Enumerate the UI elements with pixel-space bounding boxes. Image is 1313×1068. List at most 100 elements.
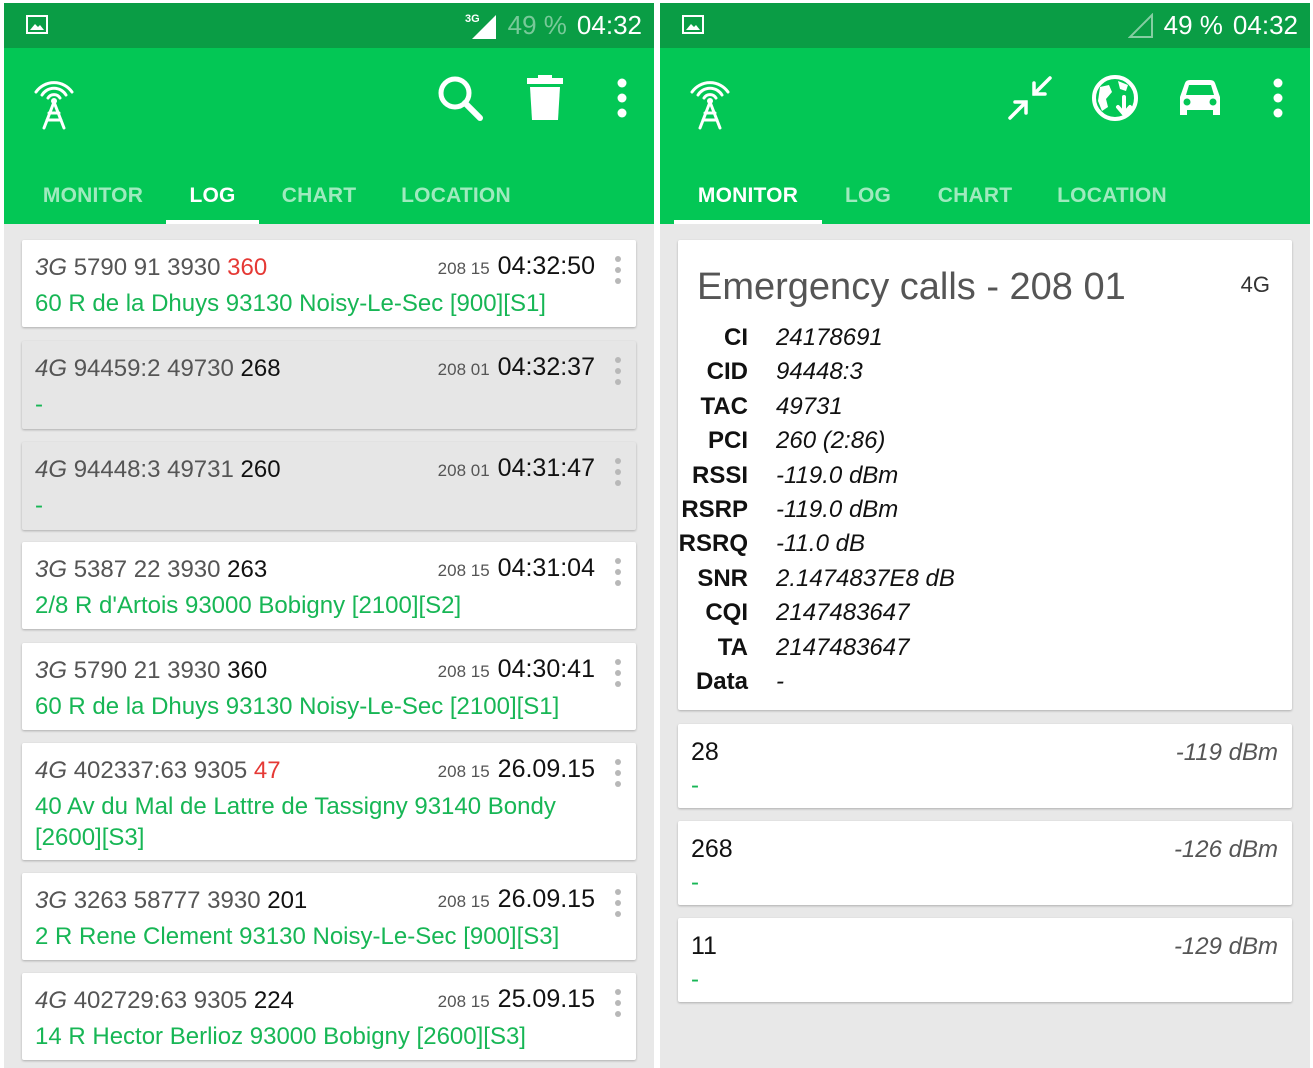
log-entry-address: -: [35, 391, 43, 418]
cell-detail-row: Data -: [678, 668, 1278, 702]
tab-bar: MONITOR LOG CHART LOCATION: [660, 168, 1310, 224]
cell-detail-row: CID 94448:3: [678, 358, 1278, 392]
log-entry-address: 60 R de la Dhuys 93130 Noisy-Le-Sec [900…: [35, 290, 546, 317]
log-entry-address: 14 R Hector Berlioz 93000 Bobigny [2600]…: [35, 1023, 526, 1050]
cell-detail-value: 94448:3: [776, 358, 863, 386]
log-entry[interactable]: 4G 94448:3 49731 260 208 01 04:31:47 -: [22, 442, 636, 530]
log-entry-cell-info: 3G 5387 22 3930 263: [35, 556, 267, 584]
log-entry[interactable]: 4G 402729:63 9305 224 208 15 25.09.15 14 R …: [22, 973, 636, 1060]
log-entry-menu-icon[interactable]: [614, 357, 622, 385]
neighbor-cell-card[interactable]: 28 -119 dBm -: [678, 724, 1292, 808]
log-entry-meta: 208 15 26.09.15: [438, 885, 595, 914]
log-entry[interactable]: 3G 5790 21 3930 360 208 15 04:30:41 60 R de…: [22, 643, 636, 730]
log-entry-meta: 208 01 04:32:37: [438, 353, 595, 382]
log-entry-address: 2 R Rene Clement 93130 Noisy-Le-Sec [900…: [35, 923, 560, 950]
serving-cell-card[interactable]: Emergency calls - 208 01 4G CI 24178691 CI…: [678, 240, 1292, 710]
log-entry-code: 47: [253, 757, 281, 784]
search-button[interactable]: [432, 70, 488, 126]
neighbor-cell-id: 268: [691, 835, 733, 863]
antenna-tower-icon: [690, 81, 730, 130]
tab-location[interactable]: LOCATION: [1048, 168, 1176, 224]
tab-chart[interactable]: CHART: [928, 168, 1022, 224]
overflow-menu-icon: [1273, 78, 1283, 118]
log-entry[interactable]: 3G 3263 58777 3930 201 208 15 26.09.15 2 R …: [22, 873, 636, 960]
log-entry-menu-icon[interactable]: [614, 889, 622, 917]
log-entry[interactable]: 3G 5387 22 3930 263 208 15 04:31:04 2/8 R d…: [22, 542, 636, 629]
neighbor-cell-card[interactable]: 11 -129 dBm -: [678, 918, 1292, 1002]
signal-empty-icon: [1127, 12, 1153, 38]
cell-detail-label: TAC: [700, 392, 748, 420]
compress-button[interactable]: [1002, 70, 1058, 126]
log-entry-tech: 4G: [35, 757, 68, 784]
neighbor-cell-signal: -129 dBm: [1173, 933, 1278, 960]
log-entry-time: 04:31:47: [497, 454, 595, 482]
log-entry-meta: 208 15 04:32:50: [438, 252, 595, 281]
cell-detail-value: 260 (2:86): [776, 427, 886, 455]
log-entry-code: 268: [240, 355, 281, 382]
log-entry-menu-icon[interactable]: [614, 659, 622, 687]
log-entry[interactable]: 4G 94459:2 49730 268 208 01 04:32:37 -: [22, 341, 636, 429]
log-entry-meta: 208 15 04:31:04: [438, 554, 595, 583]
tab-chart[interactable]: CHART: [272, 168, 366, 224]
log-entry-network: 208 15: [437, 561, 490, 580]
globe-button[interactable]: [1087, 70, 1143, 126]
neighbor-cell-card[interactable]: 268 -126 dBm -: [678, 821, 1292, 905]
tab-location[interactable]: LOCATION: [392, 168, 520, 224]
cell-detail-value: 49731: [776, 392, 843, 420]
log-entry-time: 25.09.15: [497, 985, 595, 1013]
log-entry-code: 360: [227, 254, 268, 281]
log-entry-tech: 3G: [35, 887, 68, 914]
signal-3g-icon: 3G: [465, 13, 496, 39]
neighbor-cell-info: -: [691, 966, 699, 993]
log-entry-ids: 5387 22 3930: [73, 556, 221, 583]
log-entry-menu-icon[interactable]: [614, 558, 622, 586]
log-entry-network: 208 01: [437, 360, 490, 379]
tab-log[interactable]: LOG: [832, 168, 904, 224]
cell-detail-label: CQI: [705, 599, 748, 627]
neighbor-cell-info: -: [691, 772, 699, 799]
tab-monitor[interactable]: MONITOR: [674, 168, 822, 224]
log-entry-cell-info: 3G 5790 21 3930 360: [35, 657, 267, 685]
cell-detail-label: SNR: [697, 564, 748, 592]
log-entry-code: 360: [227, 657, 268, 684]
log-entry-meta: 208 15 26.09.15: [438, 755, 595, 784]
overflow-menu-icon: [617, 78, 627, 118]
app-bar: MONITOR LOG CHART LOCATION: [660, 48, 1310, 224]
battery-percent: 49 %: [1163, 10, 1223, 40]
cell-detail-label: CI: [724, 324, 748, 351]
cell-detail-row: RSSI -119.0 dBm: [678, 462, 1278, 496]
log-entry-tech: 3G: [35, 556, 68, 583]
antenna-tower-icon: [34, 81, 74, 130]
log-entry-tech: 3G: [35, 254, 68, 281]
cell-detail-row: TA 2147483647: [678, 634, 1278, 668]
log-entry-menu-icon[interactable]: [614, 759, 622, 787]
search-icon: [438, 76, 483, 121]
log-entry-network: 208 15: [437, 892, 490, 911]
delete-button[interactable]: [517, 70, 573, 126]
log-entry-cell-info: 4G 402729:63 9305 224: [35, 987, 294, 1015]
cell-detail-row: RSRQ -11.0 dB: [678, 530, 1278, 564]
log-entry-time: 04:32:50: [497, 252, 595, 280]
log-entry[interactable]: 4G 402337:63 9305 47 208 15 26.09.15 40 Av …: [22, 743, 636, 860]
log-entry-time: 26.09.15: [497, 885, 595, 913]
car-button[interactable]: [1172, 70, 1228, 126]
log-entry-ids: 402729:63 9305: [73, 987, 248, 1014]
battery-percent: 49 %: [507, 10, 567, 40]
serving-cell-title: Emergency calls - 208 01: [697, 266, 1126, 308]
globe-download-icon: [1092, 75, 1138, 121]
log-screen: 3G 49 % 04:32 MONITOR LOG CHART LOCATION…: [4, 3, 654, 1068]
log-entry-cell-info: 4G 94459:2 49730 268: [35, 355, 281, 383]
log-entry-menu-icon[interactable]: [614, 458, 622, 486]
tab-monitor[interactable]: MONITOR: [31, 168, 155, 224]
log-entry-menu-icon[interactable]: [614, 256, 622, 284]
log-list: 3G 5790 91 3930 360 208 15 04:32:50 60 R de…: [4, 224, 654, 1068]
neighbor-cell-id: 28: [691, 738, 719, 766]
log-entry[interactable]: 3G 5790 91 3930 360 208 15 04:32:50 60 R de…: [22, 240, 636, 327]
overflow-menu-button[interactable]: [594, 70, 650, 126]
cell-detail-label: TA: [717, 633, 748, 661]
overflow-menu-button[interactable]: [1250, 70, 1306, 126]
log-entry-menu-icon[interactable]: [614, 989, 622, 1017]
tab-log[interactable]: LOG: [166, 168, 259, 224]
log-entry-ids: 402337:63 9305: [73, 757, 248, 784]
app-bar: MONITOR LOG CHART LOCATION: [4, 48, 654, 224]
